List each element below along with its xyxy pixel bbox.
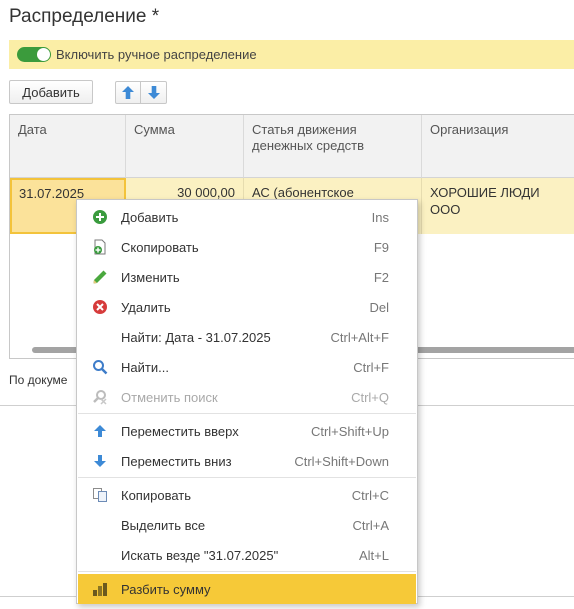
menu-item-shortcut: Ins <box>371 210 389 225</box>
arrow-down-icon <box>94 455 106 467</box>
manual-distribution-bar: Включить ручное распределение <box>9 40 574 69</box>
menu-item-move-down[interactable]: Переместить вниз Ctrl+Shift+Down <box>78 446 416 476</box>
menu-item-label: Искать везде "31.07.2025" <box>121 548 279 563</box>
menu-separator <box>78 413 416 414</box>
footer-label: По докуме <box>9 373 68 387</box>
menu-item-label: Разбить сумму <box>121 582 211 597</box>
clipboard-copy-icon <box>93 488 107 502</box>
menu-item-shortcut: Ctrl+C <box>351 488 389 503</box>
copy-document-icon <box>94 239 106 255</box>
menu-separator <box>78 477 416 478</box>
menu-item-label: Добавить <box>121 210 179 225</box>
magnifier-icon <box>93 360 108 375</box>
menu-item-find[interactable]: Найти... Ctrl+F <box>78 352 416 382</box>
add-button[interactable]: Добавить <box>9 80 93 104</box>
menu-item-shortcut: F2 <box>373 270 389 285</box>
menu-item-shortcut: Del <box>369 300 389 315</box>
menu-item-copy-row[interactable]: Скопировать F9 <box>78 232 416 262</box>
menu-item-shortcut: Ctrl+F <box>353 360 389 375</box>
toggle-knob <box>37 48 50 61</box>
menu-item-move-up[interactable]: Переместить вверх Ctrl+Shift+Up <box>78 416 416 446</box>
form-title: Распределение * <box>9 6 160 27</box>
split-amount-icon <box>93 583 107 596</box>
menu-item-label: Переместить вниз <box>121 454 232 469</box>
menu-item-edit[interactable]: Изменить F2 <box>78 262 416 292</box>
menu-item-shortcut: Ctrl+Alt+F <box>330 330 389 345</box>
menu-item-shortcut: Ctrl+Shift+Up <box>310 424 389 439</box>
cancel-search-icon <box>93 390 107 405</box>
menu-item-label: Изменить <box>121 270 180 285</box>
move-down-button[interactable] <box>141 81 167 104</box>
arrow-up-icon <box>122 86 134 99</box>
menu-item-shortcut: Ctrl+Shift+Down <box>294 454 389 469</box>
pencil-icon <box>93 270 107 284</box>
context-menu: Добавить Ins Скопировать F9 Изменить F2 … <box>76 199 418 604</box>
toggle-label: Включить ручное распределение <box>56 47 257 62</box>
menu-item-search-everywhere[interactable]: Искать везде "31.07.2025" Alt+L <box>78 540 416 570</box>
menu-item-copy[interactable]: Копировать Ctrl+C <box>78 480 416 510</box>
menu-item-label: Копировать <box>121 488 191 503</box>
delete-x-icon <box>93 300 107 314</box>
arrow-down-icon <box>147 86 160 99</box>
menu-item-label: Найти: Дата - 31.07.2025 <box>121 330 271 345</box>
menu-item-label: Удалить <box>121 300 171 315</box>
cell-organization[interactable]: ХОРОШИЕ ЛЮДИ ООО <box>422 178 574 234</box>
column-header-date[interactable]: Дата <box>10 115 126 178</box>
plus-circle-icon <box>93 210 107 224</box>
menu-item-cancel-search[interactable]: Отменить поиск Ctrl+Q <box>78 382 416 412</box>
column-header-organization[interactable]: Организация <box>422 115 574 178</box>
menu-separator <box>78 571 416 572</box>
menu-item-label: Отменить поиск <box>121 390 218 405</box>
menu-item-shortcut: Ctrl+Q <box>351 390 389 405</box>
menu-item-label: Выделить все <box>121 518 206 533</box>
menu-item-shortcut: Ctrl+A <box>352 518 389 533</box>
menu-item-label: Найти... <box>121 360 169 375</box>
menu-item-label: Скопировать <box>121 240 199 255</box>
manual-distribution-toggle[interactable] <box>17 47 51 62</box>
menu-item-select-all[interactable]: Выделить все Ctrl+A <box>78 510 416 540</box>
menu-item-delete[interactable]: Удалить Del <box>78 292 416 322</box>
menu-item-shortcut: Alt+L <box>359 548 389 563</box>
menu-item-shortcut: F9 <box>373 240 389 255</box>
menu-item-add[interactable]: Добавить Ins <box>78 202 416 232</box>
move-up-button[interactable] <box>115 81 141 104</box>
menu-item-label: Переместить вверх <box>121 424 239 439</box>
column-header-cashflow-article[interactable]: Статья движения денежных средств <box>244 115 422 178</box>
menu-item-split-amount[interactable]: Разбить сумму <box>78 574 416 604</box>
menu-item-find-by-value[interactable]: Найти: Дата - 31.07.2025 Ctrl+Alt+F <box>78 322 416 352</box>
arrow-up-icon <box>94 425 106 437</box>
column-header-amount[interactable]: Сумма <box>126 115 244 178</box>
